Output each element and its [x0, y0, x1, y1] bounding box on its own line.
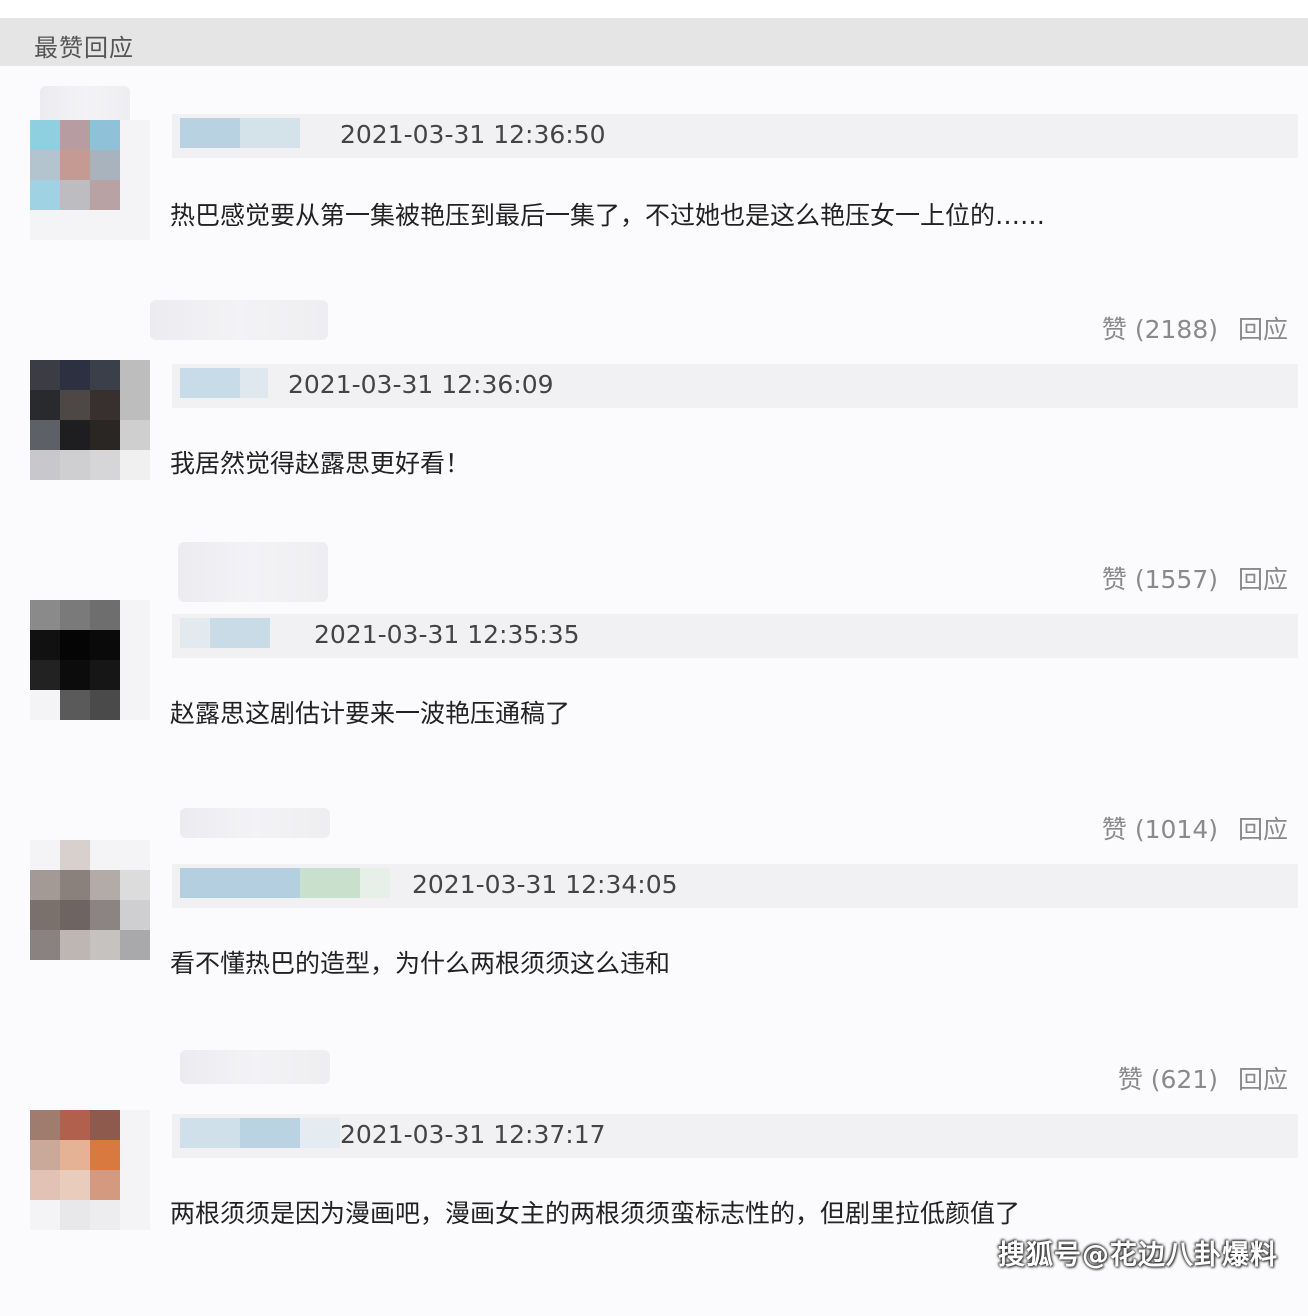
- username-link[interactable]: [180, 368, 268, 398]
- blurred-username-ghost: [180, 1050, 330, 1084]
- comment-item: 2021-03-31 12:34:05 看不懂热巴的造型，为什么两根须须这么违和…: [0, 808, 1308, 1094]
- comment-timestamp: 2021-03-31 12:37:17: [340, 1120, 606, 1149]
- comment-meta-bar: 2021-03-31 12:37:17: [172, 1114, 1298, 1158]
- comment-item: 2021-03-31 12:35:35 赵露思这剧估计要来一波艳压通稿了 赞 (…: [0, 542, 1308, 844]
- top-strip: [0, 0, 1308, 18]
- comment-text: 我居然觉得赵露思更好看！: [170, 449, 471, 478]
- blurred-username-ghost: [180, 808, 330, 838]
- comment-item: 2021-03-31 12:37:17 两根须须是因为漫画吧，漫画女主的两根须须…: [0, 1050, 1308, 1316]
- avatar[interactable]: [30, 120, 150, 240]
- comment-meta-bar: 2021-03-31 12:35:35: [172, 614, 1298, 658]
- section-header: 最赞回应: [0, 18, 1308, 66]
- avatar[interactable]: [30, 600, 150, 720]
- username-link[interactable]: [180, 118, 300, 148]
- comment-meta-bar: 2021-03-31 12:36:09: [172, 364, 1298, 408]
- comment-item: 2021-03-31 12:36:09 我居然觉得赵露思更好看！ 赞 (1557…: [0, 300, 1308, 594]
- username-link[interactable]: [180, 618, 270, 648]
- comment-timestamp: 2021-03-31 12:36:09: [288, 370, 554, 399]
- comment-timestamp: 2021-03-31 12:35:35: [314, 620, 580, 649]
- comment-text: 看不懂热巴的造型，为什么两根须须这么违和: [170, 949, 671, 978]
- comment-item: 2021-03-31 12:36:50 热巴感觉要从第一集被艳压到最后一集了，不…: [0, 66, 1308, 344]
- comment-meta-bar: 2021-03-31 12:36:50: [172, 114, 1298, 158]
- comment-timestamp: 2021-03-31 12:36:50: [340, 120, 606, 149]
- comment-text: 热巴感觉要从第一集被艳压到最后一集了，不过她也是这么艳压女一上位的……: [170, 201, 1046, 230]
- avatar[interactable]: [30, 360, 150, 480]
- blurred-username-ghost: [178, 542, 328, 602]
- watermark: 搜狐号@花边八卦爆料: [998, 1240, 1278, 1271]
- comment-text: 赵露思这剧估计要来一波艳压通稿了: [170, 699, 571, 728]
- comment-timestamp: 2021-03-31 12:34:05: [412, 870, 678, 899]
- comment-meta-bar: 2021-03-31 12:34:05: [172, 864, 1298, 908]
- comment-text: 两根须须是因为漫画吧，漫画女主的两根须须蛮标志性的，但剧里拉低颜值了: [170, 1199, 1021, 1228]
- avatar[interactable]: [30, 1110, 150, 1230]
- avatar[interactable]: [30, 840, 150, 960]
- username-link[interactable]: [180, 868, 390, 898]
- blurred-username-ghost: [150, 300, 328, 340]
- username-link[interactable]: [180, 1118, 340, 1148]
- section-title: 最赞回应: [34, 34, 134, 62]
